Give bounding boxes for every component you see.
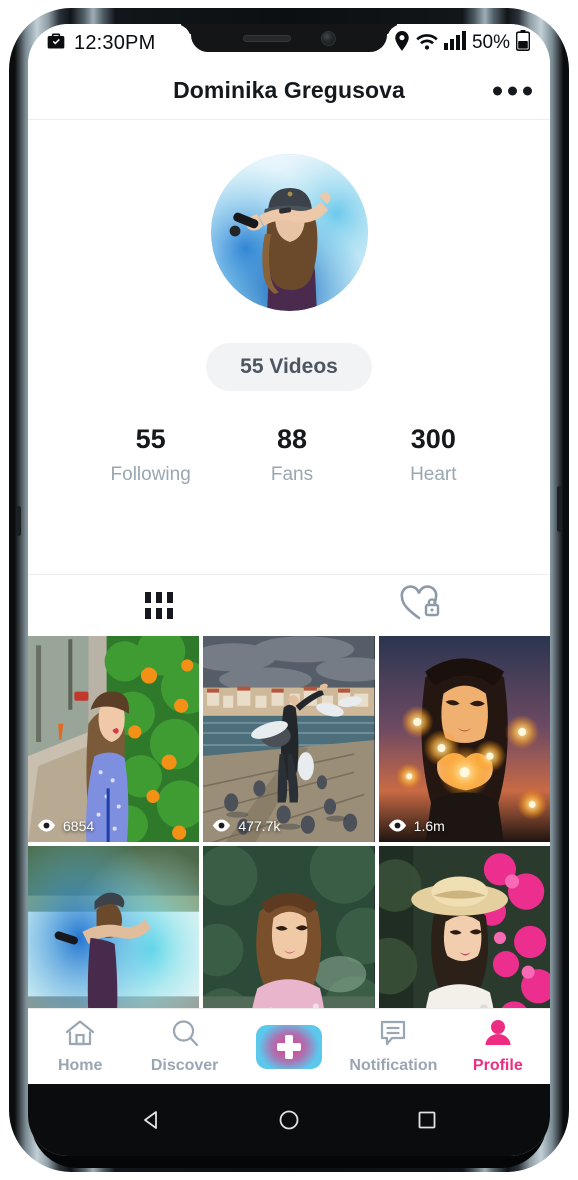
view-count: 6854 — [37, 818, 94, 834]
view-count-label: 1.6m — [413, 817, 445, 834]
stat-value: 300 — [410, 424, 456, 454]
nav-discover[interactable]: Discover — [132, 1019, 236, 1075]
eye-icon — [388, 819, 407, 832]
heart-lock-icon — [399, 584, 441, 627]
front-camera-icon — [320, 30, 336, 46]
eye-icon — [37, 819, 56, 832]
status-time: 12:30PM — [74, 31, 156, 54]
add-plus-icon[interactable] — [256, 1024, 323, 1069]
profile-spacer — [28, 486, 550, 574]
profile-section: 55 Videos 55 Following 88 Fans 300 Heart — [28, 120, 550, 574]
briefcase-check-icon — [46, 31, 66, 56]
stat-label: Following — [110, 463, 191, 485]
screenshot-root: 12:30PM 50% Dominika Gregusova 55 Videos… — [0, 0, 578, 1180]
view-count: 1.6m — [388, 818, 445, 834]
profile-stats: 55 Following 88 Fans 300 Heart — [28, 424, 550, 486]
avatar-image — [210, 154, 368, 311]
video-grid: 6854 477.7k 1.6m — [28, 635, 550, 1052]
message-icon — [378, 1019, 408, 1052]
kebab-dot — [493, 86, 502, 95]
nav-label: Notification — [349, 1056, 438, 1074]
video-thumbnail[interactable]: 6854 — [28, 635, 200, 842]
earpiece-speaker-icon — [242, 34, 291, 42]
avatar[interactable] — [210, 154, 368, 311]
nav-add[interactable] — [237, 1024, 341, 1069]
stat-value: 88 — [276, 424, 308, 454]
kebab-dot — [523, 86, 532, 95]
display-notch — [191, 24, 387, 52]
nav-label: Home — [57, 1056, 103, 1074]
video-thumbnail[interactable]: 477.7k — [203, 635, 375, 842]
grid-icon — [144, 591, 173, 619]
nav-label: Profile — [472, 1056, 523, 1074]
nav-label: Discover — [150, 1056, 219, 1074]
view-count-label: 477.7k — [238, 817, 281, 834]
videos-count-pill[interactable]: 55 Videos — [206, 343, 372, 391]
search-icon — [170, 1019, 200, 1052]
page-title: Dominika Gregusova — [173, 77, 405, 103]
status-bar: 12:30PM 50% — [28, 24, 550, 62]
recents-square-icon[interactable] — [415, 1108, 439, 1132]
power-button[interactable] — [557, 486, 562, 532]
stat-label: Fans — [270, 463, 314, 485]
android-navigation-bar — [28, 1084, 550, 1156]
signal-bars-icon — [443, 31, 466, 55]
stat-fans[interactable]: 88 Fans — [221, 424, 362, 486]
home-circle-icon[interactable] — [277, 1108, 301, 1132]
video-thumbnail[interactable]: 1.6m — [378, 635, 550, 842]
view-count: 477.7k — [212, 818, 280, 834]
thumbnail-image — [28, 635, 200, 842]
home-icon — [65, 1019, 95, 1052]
stat-following[interactable]: 55 Following — [80, 424, 221, 486]
eye-icon — [212, 819, 231, 832]
battery-percent-label: 50% — [471, 32, 510, 53]
kebab-dot — [508, 86, 517, 95]
tab-private-likes[interactable] — [289, 575, 550, 636]
stat-heart[interactable]: 300 Heart — [363, 424, 504, 486]
more-options-button[interactable] — [493, 86, 532, 95]
nav-notification[interactable]: Notification — [341, 1019, 445, 1075]
stat-label: Heart — [410, 463, 457, 485]
tab-videos-grid[interactable] — [28, 575, 289, 636]
phone-screen: 12:30PM 50% Dominika Gregusova 55 Videos… — [28, 24, 550, 1156]
back-triangle-icon[interactable] — [139, 1108, 163, 1132]
battery-icon — [515, 30, 531, 56]
thumbnail-image — [378, 635, 550, 842]
plus-glyph — [276, 1034, 302, 1060]
thumbnail-image — [203, 635, 375, 842]
app-header: Dominika Gregusova — [28, 62, 550, 120]
stat-value: 55 — [135, 424, 166, 454]
nav-profile[interactable]: Profile — [446, 1019, 550, 1075]
view-count-label: 6854 — [63, 817, 95, 834]
volume-button[interactable] — [16, 506, 21, 536]
content-tabs — [28, 573, 550, 636]
bottom-navigation: Home Discover Notification Profile — [28, 1008, 550, 1084]
wifi-icon — [416, 31, 438, 55]
person-icon — [483, 1019, 513, 1052]
nav-home[interactable]: Home — [28, 1019, 132, 1075]
